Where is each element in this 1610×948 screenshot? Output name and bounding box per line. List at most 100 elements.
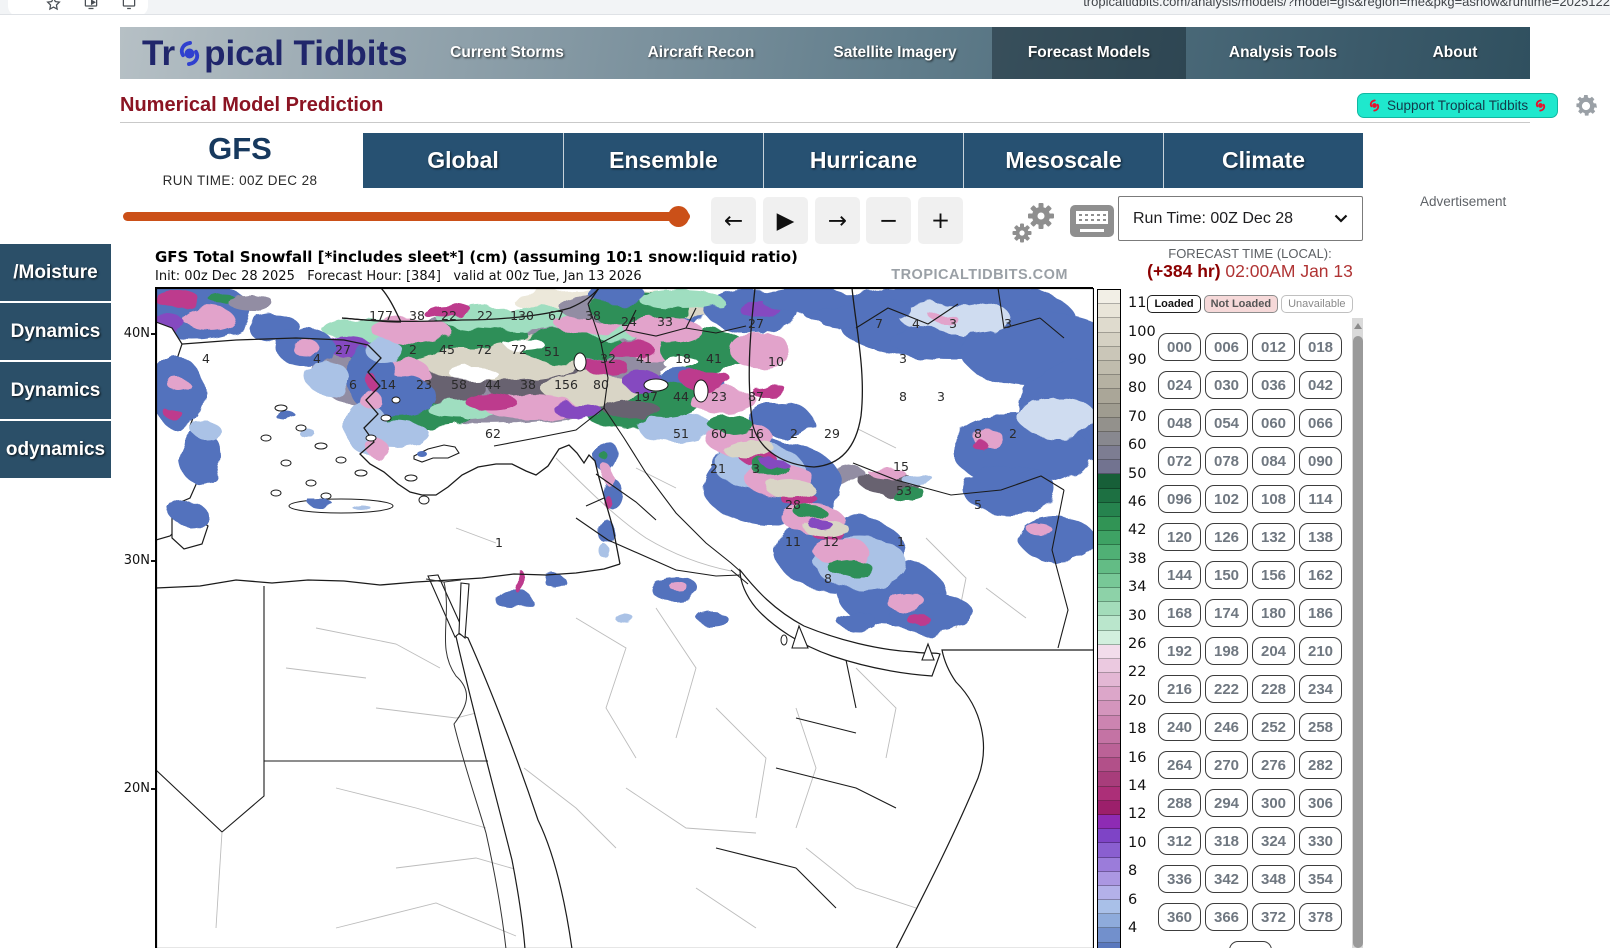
run-time-select[interactable]: Run Time: 00Z Dec 28 [1118, 196, 1363, 241]
forecast-hour-button-342[interactable]: 342 [1205, 865, 1248, 893]
forecast-hour-button-132[interactable]: 132 [1252, 523, 1295, 551]
step-back-button[interactable]: ← [711, 197, 756, 244]
nav-item-forecast-models[interactable]: Forecast Models [992, 27, 1186, 79]
tab-mesoscale[interactable]: Mesoscale [963, 133, 1163, 188]
forecast-hour-button-324[interactable]: 324 [1252, 827, 1295, 855]
forecast-hour-button-030[interactable]: 030 [1205, 371, 1248, 399]
hours-scrollbar[interactable] [1352, 318, 1363, 948]
legend-chip-notloaded[interactable]: Not Loaded [1204, 295, 1279, 313]
forecast-hour-button-042[interactable]: 042 [1299, 371, 1342, 399]
forecast-hour-button-222[interactable]: 222 [1205, 675, 1248, 703]
forecast-hour-button-006[interactable]: 006 [1205, 333, 1248, 361]
legend-chip-loaded[interactable]: Loaded [1147, 295, 1200, 313]
forecast-hour-button-096[interactable]: 096 [1158, 485, 1201, 513]
forecast-hour-button-306[interactable]: 306 [1299, 789, 1342, 817]
send-to-device-icon[interactable] [83, 0, 99, 11]
forecast-hour-button-312[interactable]: 312 [1158, 827, 1201, 855]
forecast-hour-button-024[interactable]: 024 [1158, 371, 1201, 399]
forecast-hour-button-180[interactable]: 180 [1252, 599, 1295, 627]
forecast-hour-button-240[interactable]: 240 [1158, 713, 1201, 741]
forecast-hour-button-294[interactable]: 294 [1205, 789, 1248, 817]
forecast-hour-button-276[interactable]: 276 [1252, 751, 1295, 779]
tab-climate[interactable]: Climate [1163, 133, 1363, 188]
keyboard-shortcuts-icon[interactable] [1070, 205, 1114, 237]
forecast-hour-button-144[interactable]: 144 [1158, 561, 1201, 589]
scrollbar-thumb[interactable] [1353, 336, 1363, 948]
nav-item-current-storms[interactable]: Current Storms [410, 27, 604, 79]
nav-item-analysis-tools[interactable]: Analysis Tools [1186, 27, 1380, 79]
forecast-hour-button-258[interactable]: 258 [1299, 713, 1342, 741]
forecast-hour-button-168[interactable]: 168 [1158, 599, 1201, 627]
forecast-hour-button-348[interactable]: 348 [1252, 865, 1295, 893]
forecast-hour-button-216[interactable]: 216 [1158, 675, 1201, 703]
forecast-hour-button-078[interactable]: 078 [1205, 447, 1248, 475]
forecast-hour-button-090[interactable]: 090 [1299, 447, 1342, 475]
forecast-hour-button-210[interactable]: 210 [1299, 637, 1342, 665]
play-button[interactable]: ▶ [763, 197, 808, 244]
sidebar-item-3[interactable]: odynamics [0, 421, 111, 478]
page-settings-gear-icon[interactable] [1572, 92, 1600, 125]
forecast-hour-button-300[interactable]: 300 [1252, 789, 1295, 817]
forecast-hour-button-108[interactable]: 108 [1252, 485, 1295, 513]
forecast-hour-button-234[interactable]: 234 [1299, 675, 1342, 703]
forecast-hour-button-126[interactable]: 126 [1205, 523, 1248, 551]
forecast-hour-button-378[interactable]: 378 [1299, 903, 1342, 931]
forecast-hour-button-252[interactable]: 252 [1252, 713, 1295, 741]
forecast-hour-button-012[interactable]: 012 [1252, 333, 1295, 361]
forecast-hour-button-264[interactable]: 264 [1158, 751, 1201, 779]
monitor-icon[interactable] [121, 0, 137, 11]
forecast-hour-button-318[interactable]: 318 [1205, 827, 1248, 855]
forecast-hour-button-102[interactable]: 102 [1205, 485, 1248, 513]
forecast-hour-button-018[interactable]: 018 [1299, 333, 1342, 361]
step-forward-button[interactable]: → [815, 197, 860, 244]
sidebar-item-0[interactable]: /Moisture [0, 244, 111, 301]
forecast-hour-button-372[interactable]: 372 [1252, 903, 1295, 931]
forecast-hour-button-060[interactable]: 060 [1252, 409, 1295, 437]
forecast-hour-button-174[interactable]: 174 [1205, 599, 1248, 627]
scrollbar-up-arrow[interactable] [1352, 318, 1363, 333]
forecast-hour-button-384[interactable]: 384 [1229, 941, 1272, 948]
forecast-hour-button-288[interactable]: 288 [1158, 789, 1201, 817]
support-button[interactable]: Support Tropical Tidbits [1357, 93, 1558, 118]
forecast-hour-button-120[interactable]: 120 [1158, 523, 1201, 551]
forecast-hour-button-246[interactable]: 246 [1205, 713, 1248, 741]
forecast-hour-slider-handle[interactable] [668, 206, 689, 227]
sidebar-item-1[interactable]: Dynamics [0, 303, 111, 360]
forecast-hour-button-036[interactable]: 036 [1252, 371, 1295, 399]
forecast-hour-button-228[interactable]: 228 [1252, 675, 1295, 703]
nav-item-satellite-imagery[interactable]: Satellite Imagery [798, 27, 992, 79]
nav-item-about[interactable]: About [1380, 27, 1530, 79]
forecast-hour-button-354[interactable]: 354 [1299, 865, 1342, 893]
forecast-hour-button-114[interactable]: 114 [1299, 485, 1342, 513]
nav-item-aircraft-recon[interactable]: Aircraft Recon [604, 27, 798, 79]
forecast-hour-button-000[interactable]: 000 [1158, 333, 1201, 361]
sidebar-item-2[interactable]: Dynamics [0, 362, 111, 419]
forecast-hour-button-330[interactable]: 330 [1299, 827, 1342, 855]
forecast-hour-button-084[interactable]: 084 [1252, 447, 1295, 475]
forecast-hour-button-198[interactable]: 198 [1205, 637, 1248, 665]
forecast-hour-button-150[interactable]: 150 [1205, 561, 1248, 589]
site-logo[interactable]: Tr pical Tidbits [142, 32, 408, 76]
settings-gears-icon[interactable] [1008, 200, 1060, 246]
forecast-hour-button-366[interactable]: 366 [1205, 903, 1248, 931]
forecast-hour-button-162[interactable]: 162 [1299, 561, 1342, 589]
forecast-hour-button-066[interactable]: 066 [1299, 409, 1342, 437]
forecast-hour-button-270[interactable]: 270 [1205, 751, 1248, 779]
tab-ensemble[interactable]: Ensemble [563, 133, 763, 188]
legend-chip-unavail[interactable]: Unavailable [1281, 295, 1352, 313]
tab-global[interactable]: Global [363, 133, 563, 188]
forecast-hour-button-054[interactable]: 054 [1205, 409, 1248, 437]
tab-hurricane[interactable]: Hurricane [763, 133, 963, 188]
forecast-hour-button-360[interactable]: 360 [1158, 903, 1201, 931]
forecast-hour-slider[interactable] [123, 212, 690, 221]
forecast-hour-button-204[interactable]: 204 [1252, 637, 1295, 665]
forecast-hour-button-192[interactable]: 192 [1158, 637, 1201, 665]
zoom-in-button[interactable]: + [918, 197, 963, 244]
zoom-out-button[interactable]: − [866, 197, 911, 244]
forecast-hour-button-282[interactable]: 282 [1299, 751, 1342, 779]
forecast-hour-button-156[interactable]: 156 [1252, 561, 1295, 589]
forecast-hour-button-336[interactable]: 336 [1158, 865, 1201, 893]
forecast-hour-button-072[interactable]: 072 [1158, 447, 1201, 475]
forecast-hour-button-186[interactable]: 186 [1299, 599, 1342, 627]
forecast-hour-button-048[interactable]: 048 [1158, 409, 1201, 437]
